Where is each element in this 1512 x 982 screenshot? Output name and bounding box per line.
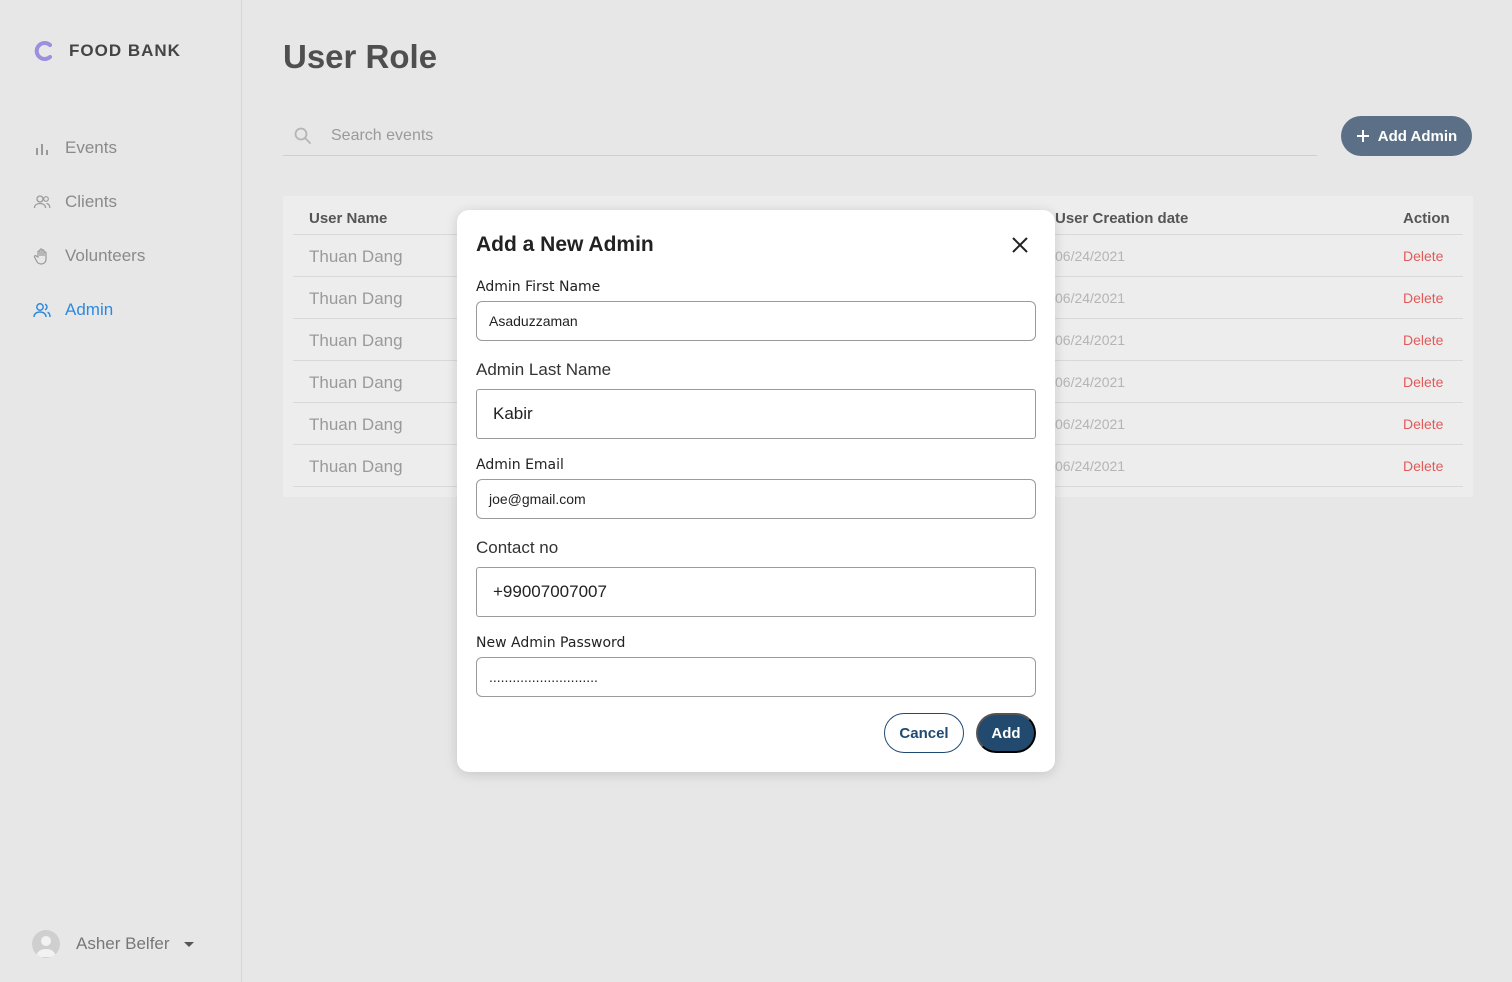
add-admin-dialog: Add a New Admin Admin First Name Asaduzz… — [457, 210, 1055, 772]
add-button[interactable]: Add — [976, 713, 1036, 753]
column-header-action: Action — [1403, 210, 1450, 227]
column-header-user-name: User Name — [309, 210, 388, 227]
add-admin-label: Add Admin — [1377, 127, 1458, 145]
delete-link[interactable]: Delete — [1403, 290, 1443, 306]
first-name-value: Asaduzzaman — [489, 313, 578, 329]
sidebar-item-clients[interactable]: Clients — [33, 188, 145, 216]
dialog-title: Add a New Admin — [476, 233, 654, 256]
last-name-field[interactable]: Kabir — [476, 389, 1036, 439]
creation-date-cell: 06/24/2021 — [1055, 332, 1126, 348]
cancel-button[interactable]: Cancel — [884, 713, 964, 753]
avatar — [32, 930, 60, 958]
sidebar-item-label: Clients — [65, 192, 117, 211]
column-header-creation-date: User Creation date — [1055, 210, 1189, 227]
search-icon — [294, 127, 311, 144]
user-name-cell: Thuan Dang — [309, 373, 403, 392]
first-name-label: Admin First Name — [476, 279, 601, 295]
brand-name: FOOD BANK — [69, 41, 181, 60]
users-icon — [33, 195, 51, 209]
creation-date-cell: 06/24/2021 — [1055, 458, 1126, 474]
user-name-cell: Thuan Dang — [309, 289, 403, 308]
user-name: Asher Belfer — [76, 934, 170, 953]
contact-label: Contact no — [476, 538, 559, 557]
admin-users-icon — [33, 303, 51, 318]
first-name-field[interactable]: Asaduzzaman — [476, 301, 1036, 341]
last-name-label: Admin Last Name — [476, 360, 612, 379]
sidebar-item-volunteers[interactable]: Volunteers — [33, 242, 145, 270]
search-bar — [283, 116, 1317, 156]
plus-icon — [1356, 130, 1369, 142]
last-name-value: Kabir — [493, 404, 533, 423]
sidebar-item-admin[interactable]: Admin — [33, 296, 145, 324]
creation-date-cell: 06/24/2021 — [1055, 374, 1126, 390]
logo-icon — [34, 41, 52, 61]
email-label: Admin Email — [476, 457, 564, 473]
email-field[interactable]: joe@gmail.com — [476, 479, 1036, 519]
page-title: User Role — [283, 38, 438, 75]
delete-link[interactable]: Delete — [1403, 458, 1443, 474]
delete-link[interactable]: Delete — [1403, 416, 1443, 432]
search-input[interactable] — [331, 126, 1231, 145]
sidebar-item-label: Events — [65, 138, 117, 157]
user-name-cell: Thuan Dang — [309, 457, 403, 476]
creation-date-cell: 06/24/2021 — [1055, 248, 1126, 264]
brand[interactable]: FOOD BANK — [33, 40, 181, 62]
user-avatar-icon — [36, 936, 56, 957]
contact-field[interactable]: +99007007007 — [476, 567, 1036, 617]
user-name-cell: Thuan Dang — [309, 247, 403, 266]
hand-icon — [33, 248, 47, 265]
bar-chart-icon — [36, 144, 48, 155]
close-icon[interactable] — [1009, 234, 1031, 256]
add-admin-button[interactable]: Add Admin — [1341, 116, 1472, 156]
password-field[interactable]: ............................ — [476, 657, 1036, 697]
email-value: joe@gmail.com — [489, 491, 586, 507]
delete-link[interactable]: Delete — [1403, 374, 1443, 390]
sidebar: FOOD BANK Events Clients Volunteers Admi… — [0, 0, 242, 982]
sidebar-item-label: Admin — [65, 300, 114, 319]
delete-link[interactable]: Delete — [1403, 332, 1443, 348]
sidebar-item-label: Volunteers — [65, 246, 146, 265]
creation-date-cell: 06/24/2021 — [1055, 416, 1126, 432]
user-name-cell: Thuan Dang — [309, 331, 403, 350]
user-menu[interactable]: Asher Belfer — [32, 930, 194, 958]
sidebar-nav: Events Clients Volunteers Admin — [33, 134, 145, 350]
creation-date-cell: 06/24/2021 — [1055, 290, 1126, 306]
sidebar-item-events[interactable]: Events — [33, 134, 145, 162]
chevron-down-icon[interactable] — [183, 941, 194, 947]
user-name-cell: Thuan Dang — [309, 415, 403, 434]
delete-link[interactable]: Delete — [1403, 248, 1443, 264]
contact-value: +99007007007 — [493, 582, 607, 601]
password-label: New Admin Password — [476, 635, 626, 651]
password-value: ............................ — [489, 669, 598, 685]
